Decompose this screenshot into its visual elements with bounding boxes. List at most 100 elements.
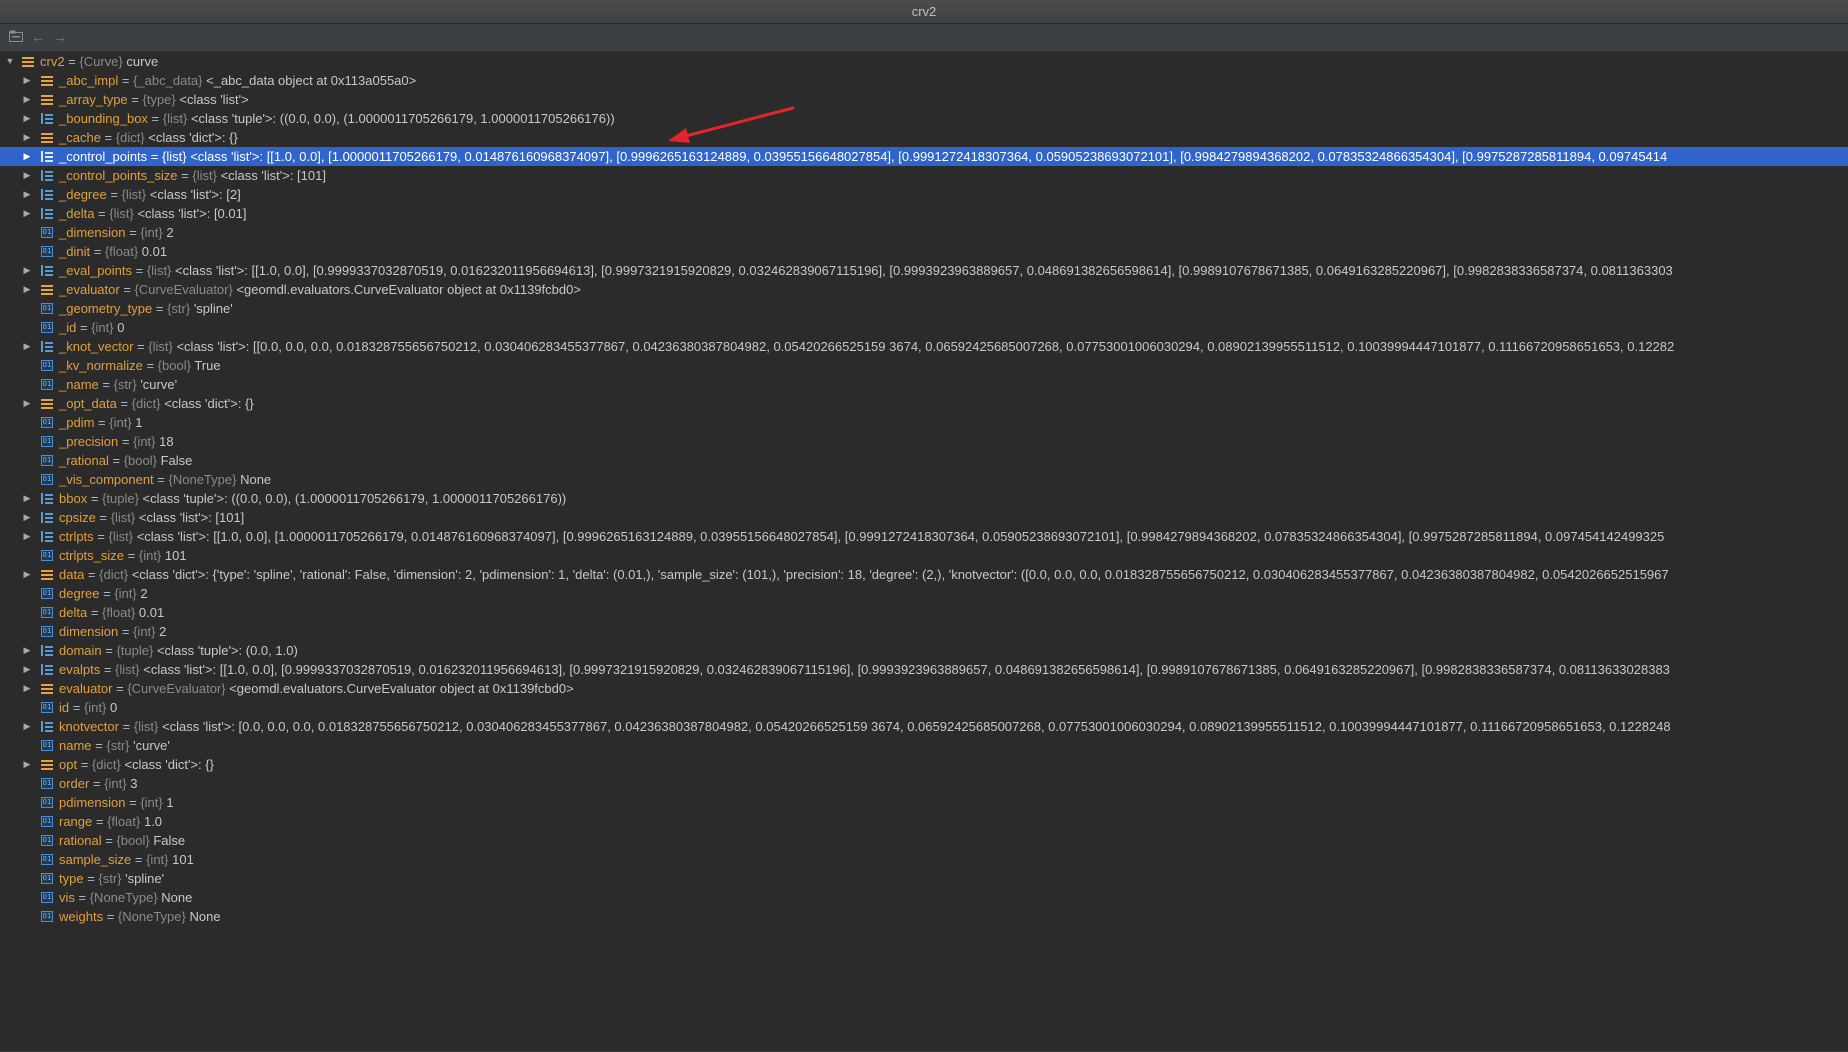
variable-value: 101 bbox=[164, 548, 187, 563]
row-label: _abc_impl = {_abc_data} <_abc_data objec… bbox=[59, 73, 417, 88]
variable-value: <class 'dict'>: {} bbox=[164, 396, 254, 411]
variable-value: None bbox=[161, 890, 193, 905]
tree-row[interactable]: ▶ domain = {tuple} <class 'tuple'>: (0.0,… bbox=[0, 641, 1848, 660]
tree-row[interactable]: rational = {bool} False bbox=[0, 831, 1848, 850]
expand-arrow-icon[interactable]: ▶ bbox=[21, 565, 33, 584]
expand-arrow-icon[interactable]: ▶ bbox=[21, 717, 33, 736]
tree-row[interactable]: pdimension = {int} 1 bbox=[0, 793, 1848, 812]
tree-row[interactable]: delta = {float} 0.01 bbox=[0, 603, 1848, 622]
tree-row[interactable]: _precision = {int} 18 bbox=[0, 432, 1848, 451]
variable-name: weights bbox=[59, 909, 104, 924]
primitive-icon bbox=[41, 892, 53, 903]
expand-arrow-icon[interactable]: ▶ bbox=[21, 90, 33, 109]
tree-row[interactable]: range = {float} 1.0 bbox=[0, 812, 1848, 831]
row-label: _rational = {bool} False bbox=[59, 453, 193, 468]
tree-row[interactable]: _rational = {bool} False bbox=[0, 451, 1848, 470]
expand-arrow-icon[interactable]: ▶ bbox=[21, 185, 33, 204]
list-icon bbox=[41, 493, 53, 504]
tree-row[interactable]: ▶ opt = {dict} <class 'dict'>: {} bbox=[0, 755, 1848, 774]
tree-row[interactable]: _kv_normalize = {bool} True bbox=[0, 356, 1848, 375]
expand-arrow-icon[interactable]: ▶ bbox=[21, 280, 33, 299]
expand-arrow-icon[interactable]: ▶ bbox=[21, 660, 33, 679]
list-icon bbox=[41, 265, 53, 276]
tree-row[interactable]: ▶ _delta = {list} <class 'list'>: [0.01] bbox=[0, 204, 1848, 223]
tree-row[interactable]: ctrlpts_size = {int} 101 bbox=[0, 546, 1848, 565]
row-label: data = {dict} <class 'dict'>: {'type': '… bbox=[59, 567, 1669, 582]
expand-arrow-icon[interactable]: ▶ bbox=[21, 109, 33, 128]
tree-row[interactable]: dimension = {int} 2 bbox=[0, 622, 1848, 641]
tree-row[interactable]: ▶ _control_points = {list} <class 'list'>… bbox=[0, 147, 1848, 166]
tree-row[interactable]: _name = {str} 'curve' bbox=[0, 375, 1848, 394]
tree-row[interactable]: _id = {int} 0 bbox=[0, 318, 1848, 337]
tree-row[interactable]: ▶ cpsize = {list} <class 'list'>: [101] bbox=[0, 508, 1848, 527]
tree-root-row[interactable]: ▼ crv2 = {Curve} curve bbox=[0, 52, 1848, 71]
variable-value: <class 'list'>: [[1.0, 0.0], [1.00000117… bbox=[136, 529, 1665, 544]
row-label: _control_points = {list} <class 'list'>:… bbox=[59, 149, 1668, 164]
tree-row[interactable]: degree = {int} 2 bbox=[0, 584, 1848, 603]
forward-arrow-icon[interactable]: → bbox=[50, 28, 70, 46]
tree-row[interactable]: name = {str} 'curve' bbox=[0, 736, 1848, 755]
tree-row[interactable]: order = {int} 3 bbox=[0, 774, 1848, 793]
tree-row[interactable]: id = {int} 0 bbox=[0, 698, 1848, 717]
tree-row[interactable]: _geometry_type = {str} 'spline' bbox=[0, 299, 1848, 318]
variable-name: _vis_component bbox=[59, 472, 154, 487]
tree-row[interactable]: ▶ _eval_points = {list} <class 'list'>: [… bbox=[0, 261, 1848, 280]
tree-row[interactable]: _dimension = {int} 2 bbox=[0, 223, 1848, 242]
primitive-icon bbox=[41, 550, 53, 561]
tree-row[interactable]: ▶ evaluator = {CurveEvaluator} <geomdl.ev… bbox=[0, 679, 1848, 698]
variable-value: <class 'dict'>: {} bbox=[148, 130, 238, 145]
expand-arrow-icon[interactable]: ▶ bbox=[21, 166, 33, 185]
variable-type: {str} bbox=[113, 377, 137, 392]
tree-row[interactable]: ▶ bbox = {tuple} <class 'tuple'>: ((0.0, … bbox=[0, 489, 1848, 508]
expand-arrow-icon[interactable]: ▶ bbox=[21, 489, 33, 508]
tree-row[interactable]: ▶ _degree = {list} <class 'list'>: [2] bbox=[0, 185, 1848, 204]
tree-row[interactable]: ▶ _bounding_box = {list} <class 'tuple'>:… bbox=[0, 109, 1848, 128]
tree-row[interactable]: ▶ data = {dict} <class 'dict'>: {'type': … bbox=[0, 565, 1848, 584]
tree-row[interactable]: ▶ _opt_data = {dict} <class 'dict'>: {} bbox=[0, 394, 1848, 413]
list-icon bbox=[41, 208, 53, 219]
tree-row[interactable]: _vis_component = {NoneType} None bbox=[0, 470, 1848, 489]
tree-row[interactable]: weights = {NoneType} None bbox=[0, 907, 1848, 926]
variable-name: _precision bbox=[59, 434, 119, 449]
object-icon bbox=[41, 759, 53, 770]
variable-type: {int} bbox=[114, 586, 137, 601]
primitive-icon bbox=[41, 626, 53, 637]
variables-tree[interactable]: ▼ crv2 = {Curve} curve ▶ _abc_impl = {_ab… bbox=[0, 52, 1848, 1052]
expand-arrow-icon[interactable]: ▶ bbox=[21, 527, 33, 546]
tree-row[interactable]: _pdim = {int} 1 bbox=[0, 413, 1848, 432]
variable-type: {float} bbox=[102, 605, 136, 620]
tree-row[interactable]: ▶ ctrlpts = {list} <class 'list'>: [[1.0,… bbox=[0, 527, 1848, 546]
tree-row[interactable]: ▶ _cache = {dict} <class 'dict'>: {} bbox=[0, 128, 1848, 147]
tree-row[interactable]: ▶ knotvector = {list} <class 'list'>: [0.… bbox=[0, 717, 1848, 736]
expand-arrow-icon[interactable]: ▶ bbox=[21, 755, 33, 774]
tree-row[interactable]: ▶ _array_type = {type} <class 'list'> bbox=[0, 90, 1848, 109]
expand-arrow-icon[interactable]: ▶ bbox=[21, 204, 33, 223]
list-icon bbox=[41, 170, 53, 181]
tree-row[interactable]: ▶ evalpts = {list} <class 'list'>: [[1.0,… bbox=[0, 660, 1848, 679]
variable-name: degree bbox=[59, 586, 100, 601]
expand-arrow-icon[interactable]: ▶ bbox=[21, 128, 33, 147]
expand-arrow-icon[interactable]: ▶ bbox=[21, 71, 33, 90]
tree-row[interactable]: sample_size = {int} 101 bbox=[0, 850, 1848, 869]
expand-arrow-icon[interactable]: ▶ bbox=[21, 394, 33, 413]
tree-row[interactable]: ▶ _evaluator = {CurveEvaluator} <geomdl.e… bbox=[0, 280, 1848, 299]
expand-arrow-icon[interactable]: ▶ bbox=[21, 508, 33, 527]
expand-arrow-icon[interactable]: ▶ bbox=[21, 147, 33, 166]
tree-row[interactable]: vis = {NoneType} None bbox=[0, 888, 1848, 907]
primitive-icon bbox=[41, 322, 53, 333]
tree-row[interactable]: ▶ _knot_vector = {list} <class 'list'>: [… bbox=[0, 337, 1848, 356]
variable-name: _id bbox=[59, 320, 77, 335]
collapse-arrow-icon[interactable]: ▼ bbox=[4, 52, 16, 71]
back-arrow-icon[interactable]: ← bbox=[28, 28, 48, 46]
tree-row[interactable]: type = {str} 'spline' bbox=[0, 869, 1848, 888]
tree-row[interactable]: ▶ _abc_impl = {_abc_data} <_abc_data obje… bbox=[0, 71, 1848, 90]
tree-row[interactable]: ▶ _control_points_size = {list} <class 'l… bbox=[0, 166, 1848, 185]
expand-arrow-icon[interactable]: ▶ bbox=[21, 679, 33, 698]
variable-type: {str} bbox=[167, 301, 191, 316]
expand-arrow-icon[interactable]: ▶ bbox=[21, 337, 33, 356]
tree-row[interactable]: _dinit = {float} 0.01 bbox=[0, 242, 1848, 261]
debug-view-icon[interactable] bbox=[6, 28, 26, 46]
variable-value: <class 'list'>: [2] bbox=[149, 187, 241, 202]
expand-arrow-icon[interactable]: ▶ bbox=[21, 261, 33, 280]
expand-arrow-icon[interactable]: ▶ bbox=[21, 641, 33, 660]
